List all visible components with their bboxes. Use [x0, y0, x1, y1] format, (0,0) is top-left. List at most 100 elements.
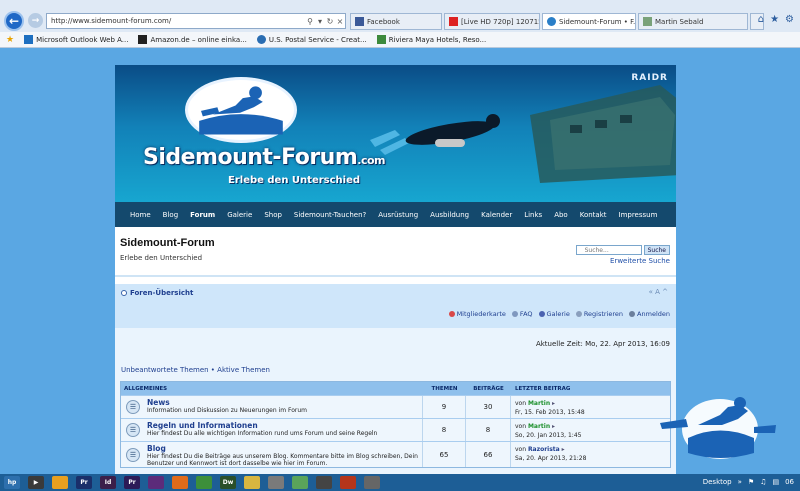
- premiere-icon[interactable]: Pr: [124, 476, 140, 489]
- network-icon[interactable]: ▤: [772, 478, 779, 486]
- chrome-icon[interactable]: [196, 476, 212, 489]
- flag-icon[interactable]: ⚑: [748, 478, 754, 486]
- hp-icon[interactable]: hp: [4, 476, 20, 489]
- goto-post-icon[interactable]: ▸: [552, 423, 555, 430]
- app-icon[interactable]: [268, 476, 284, 489]
- menu-forum[interactable]: Forum: [184, 211, 221, 219]
- menu-ausruestung[interactable]: Ausrüstung: [372, 211, 424, 219]
- firefox-icon[interactable]: [172, 476, 188, 489]
- dreamweaver-icon[interactable]: Dw: [220, 476, 236, 489]
- logo-subtitle: Erlebe den Unterschied: [228, 175, 361, 186]
- link-registrieren[interactable]: Registrieren: [575, 310, 623, 318]
- goto-post-icon[interactable]: ▸: [552, 400, 555, 407]
- post-count: 66: [466, 442, 511, 467]
- search-icon[interactable]: ⚲: [305, 17, 315, 26]
- breadcrumb-home[interactable]: Foren-Übersicht: [130, 289, 193, 297]
- volume-icon[interactable]: ♫: [760, 478, 766, 486]
- menu-impressum[interactable]: Impressum: [613, 211, 664, 219]
- link-faq[interactable]: FAQ: [511, 310, 533, 318]
- favorite-amazon[interactable]: Amazon.de – online einka...: [138, 35, 247, 44]
- menu-links[interactable]: Links: [518, 211, 548, 219]
- pencil-icon: [575, 311, 582, 317]
- tab-sidemount-forum[interactable]: Sidemount-Forum • F... ×: [542, 13, 636, 30]
- windows-taskbar: hp ▶ Pr Id Pr Dw Desktop » ⚑ ♫ ▤ 06: [0, 474, 800, 491]
- goto-post-icon[interactable]: ▸: [562, 446, 565, 453]
- col-header-category[interactable]: ALLGEMEINES: [121, 386, 423, 392]
- premiere-icon[interactable]: Pr: [76, 476, 92, 489]
- search-box: Suche: [575, 245, 670, 255]
- menu-home[interactable]: Home: [124, 211, 157, 219]
- link-label: Galerie: [546, 310, 570, 318]
- tab-facebook[interactable]: Facebook: [350, 13, 442, 30]
- menu-sidemount-tauchen[interactable]: Sidemount-Tauchen?: [288, 211, 372, 219]
- advanced-search-link[interactable]: Erweiterte Suche: [610, 257, 670, 265]
- app-icon[interactable]: [340, 476, 356, 489]
- last-post-prefix: von: [515, 423, 528, 430]
- browser-chrome: ← → http://www.sidemount-forum.com/ ⚲ ▾ …: [0, 0, 800, 48]
- menu-ausbildung[interactable]: Ausbildung: [424, 211, 475, 219]
- menu-blog[interactable]: Blog: [157, 211, 184, 219]
- forum-cell: News Information und Diskussion zu Neuer…: [145, 396, 423, 418]
- menu-shop[interactable]: Shop: [258, 211, 288, 219]
- last-post-user[interactable]: Razorista: [528, 446, 560, 453]
- favorite-riviera[interactable]: Riviera Maya Hotels, Reso...: [376, 35, 486, 44]
- favorites-star-icon[interactable]: ★: [770, 14, 779, 25]
- address-url[interactable]: http://www.sidemount-forum.com/: [51, 17, 305, 25]
- favorite-usps[interactable]: U.S. Postal Service - Creat...: [256, 35, 367, 44]
- quick-links[interactable]: Unbeantwortete Themen • Aktive Themen: [121, 366, 270, 374]
- app-icon[interactable]: [292, 476, 308, 489]
- folder-icon[interactable]: [244, 476, 260, 489]
- fireworks-icon[interactable]: [148, 476, 164, 489]
- last-post-user[interactable]: Martin: [528, 400, 550, 407]
- indesign-icon[interactable]: Id: [100, 476, 116, 489]
- forum-name-link[interactable]: Regeln und Informationen: [147, 421, 420, 430]
- logo-tld: .com: [357, 154, 385, 167]
- tab-martin-sebald[interactable]: Martin Sebald: [638, 13, 748, 30]
- app-icon[interactable]: [52, 476, 68, 489]
- link-mitgliederkarte[interactable]: Mitgliederkarte: [448, 310, 506, 318]
- favorites-star-icon[interactable]: ★: [6, 35, 14, 45]
- topic-count: 9: [423, 396, 466, 418]
- forward-button[interactable]: →: [28, 13, 43, 28]
- breadcrumb[interactable]: Foren-Übersicht: [121, 289, 193, 297]
- forum-content: Aktuelle Zeit: Mo, 22. Apr 2013, 16:09 U…: [115, 328, 676, 474]
- font-resize[interactable]: « A ^: [649, 288, 668, 296]
- close-icon[interactable]: ×: [335, 17, 345, 26]
- home-icon[interactable]: ⌂: [758, 14, 764, 25]
- link-galerie[interactable]: Galerie: [538, 310, 570, 318]
- post-count: 8: [466, 419, 511, 441]
- favorite-outlook[interactable]: Microsoft Outlook Web A...: [24, 35, 128, 44]
- forum-description: Information und Diskussion zu Neuerungen…: [147, 407, 308, 414]
- desktop-label[interactable]: Desktop: [703, 478, 732, 486]
- last-post-date: Fr, 15. Feb 2013, 15:48: [515, 409, 585, 416]
- app-icon[interactable]: [364, 476, 380, 489]
- col-header-beitraege: BEITRÄGE: [473, 385, 504, 392]
- diver-image: [370, 114, 500, 155]
- forum-name-link[interactable]: News: [147, 398, 420, 407]
- last-post-user[interactable]: Martin: [528, 423, 550, 430]
- refresh-icon[interactable]: ↻: [325, 17, 335, 26]
- gear-icon[interactable]: ⚙: [785, 14, 794, 25]
- media-icon[interactable]: ▶: [28, 476, 44, 489]
- facebook-icon: [355, 17, 364, 26]
- clock[interactable]: 06: [785, 478, 794, 486]
- outlook-icon: [24, 35, 34, 44]
- address-bar[interactable]: http://www.sidemount-forum.com/ ⚲ ▾ ↻ ×: [46, 13, 346, 29]
- link-anmelden[interactable]: Anmelden: [629, 310, 670, 318]
- menu-kalender[interactable]: Kalender: [475, 211, 518, 219]
- tab-youtube[interactable]: [Live HD 720p] 120715 - P...: [444, 13, 540, 30]
- menu-kontakt[interactable]: Kontakt: [574, 211, 613, 219]
- back-button[interactable]: ←: [4, 11, 24, 31]
- link-label: Mitgliederkarte: [456, 310, 506, 318]
- app-icon[interactable]: [316, 476, 332, 489]
- search-button[interactable]: Suche: [643, 245, 670, 255]
- tray-arrows-icon[interactable]: »: [738, 478, 742, 486]
- menu-abo[interactable]: Abo: [548, 211, 574, 219]
- menu-galerie[interactable]: Galerie: [221, 211, 258, 219]
- table-header: ALLGEMEINES THEMEN BEITRÄGE LETZTER BEIT…: [121, 382, 670, 395]
- forum-name-link[interactable]: Blog: [147, 444, 420, 453]
- search-input[interactable]: [575, 245, 642, 255]
- browser-viewport: Sidemount-Forum.com Erlebe den Unterschi…: [0, 48, 800, 474]
- map-icon: [448, 311, 455, 317]
- dropdown-icon[interactable]: ▾: [315, 17, 325, 26]
